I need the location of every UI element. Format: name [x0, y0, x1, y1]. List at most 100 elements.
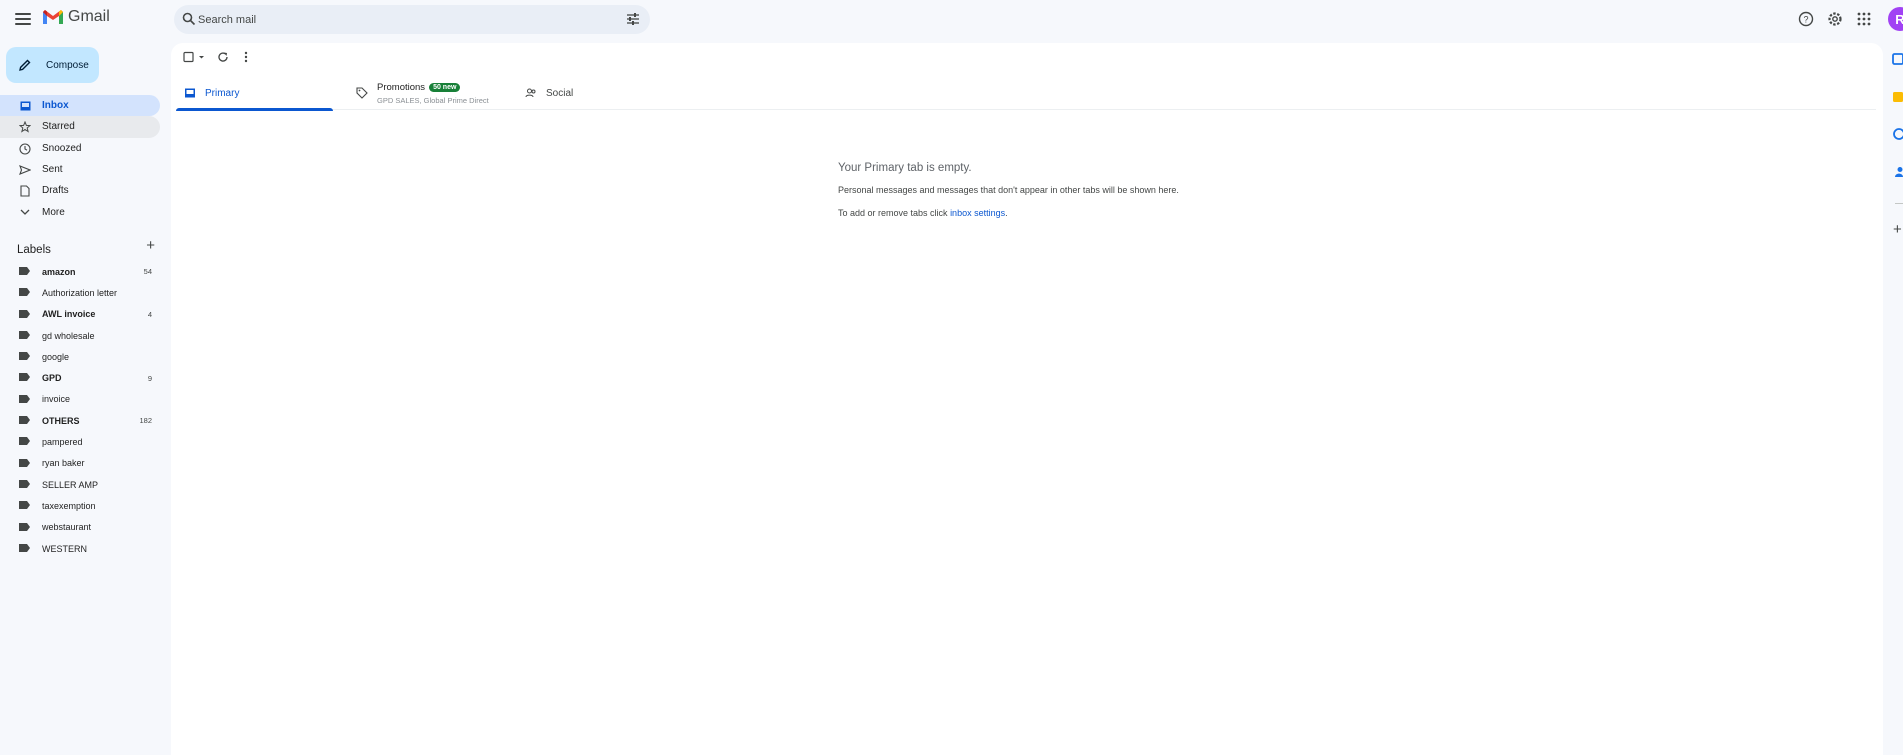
- create-label-plus-icon[interactable]: +: [146, 238, 155, 254]
- sidebar-item-label: Snoozed: [42, 142, 82, 154]
- clock-icon: [19, 143, 31, 155]
- calendar-icon[interactable]: [1892, 53, 1903, 65]
- more-options-icon[interactable]: [238, 49, 254, 65]
- tab-primary[interactable]: Primary: [176, 76, 333, 111]
- sidebar-item-inbox[interactable]: Inbox: [0, 95, 160, 117]
- help-icon[interactable]: ?: [1797, 10, 1815, 28]
- empty-state-hint: To add or remove tabs click inbox settin…: [838, 208, 1338, 218]
- labels-heading: Labels: [17, 244, 51, 256]
- label-item[interactable]: amazon 54: [0, 261, 160, 282]
- star-icon: [19, 121, 31, 133]
- label-name: gd wholesale: [42, 330, 95, 341]
- label-item[interactable]: WESTERN: [0, 538, 160, 559]
- tag-icon: [356, 87, 368, 99]
- label-unread-count: 9: [147, 373, 152, 383]
- empty-state: Your Primary tab is empty. Personal mess…: [838, 162, 1338, 218]
- tab-promotions[interactable]: Promotions 50 new GPD SALES, Global Prim…: [348, 76, 508, 110]
- sidebar-item-sent[interactable]: Sent: [0, 159, 160, 180]
- top-bar: Gmail ? R: [0, 0, 1903, 38]
- label-item[interactable]: taxexemption: [0, 495, 160, 516]
- tasks-icon[interactable]: [1892, 128, 1903, 140]
- label-tag-icon: [19, 522, 30, 531]
- label-name: GPD: [42, 373, 62, 384]
- tab-label: Promotions: [377, 82, 426, 93]
- new-count-badge: 50 new: [429, 83, 461, 92]
- search-icon[interactable]: [182, 12, 196, 26]
- sidebar-item-label: Drafts: [42, 185, 69, 197]
- label-item[interactable]: invoice: [0, 389, 160, 410]
- tab-social[interactable]: Social: [517, 76, 637, 110]
- label-item[interactable]: Authorization letter: [0, 282, 160, 303]
- label-name: AWL invoice: [42, 309, 96, 320]
- tab-label: Social: [546, 88, 574, 99]
- contacts-icon[interactable]: [1892, 166, 1903, 178]
- label-item[interactable]: OTHERS 182: [0, 410, 160, 431]
- label-name: OTHERS: [42, 415, 80, 426]
- send-icon: [19, 164, 31, 176]
- main-panel: Primary Promotions 50 new GPD SALES, Glo…: [171, 43, 1883, 755]
- sidebar-item-more[interactable]: More: [0, 201, 160, 222]
- label-name: Authorization letter: [42, 287, 118, 298]
- label-item[interactable]: GPD 9: [0, 367, 160, 388]
- label-item[interactable]: pampered: [0, 431, 160, 452]
- gmail-m-icon: [43, 10, 63, 24]
- label-tag-icon: [19, 501, 30, 510]
- sidebar-item-label: Sent: [42, 164, 63, 176]
- label-tag-icon: [19, 416, 30, 425]
- inbox-icon: [19, 100, 31, 112]
- label-tag-icon: [19, 437, 30, 446]
- inbox-settings-link[interactable]: inbox settings: [950, 208, 1005, 218]
- compose-button[interactable]: Compose: [6, 47, 99, 83]
- main-menu-icon[interactable]: [14, 10, 32, 28]
- labels-list: amazon 54 Authorization letter AWL invoice 4…: [0, 261, 160, 559]
- search-options-icon[interactable]: [626, 12, 640, 26]
- label-item[interactable]: SELLER AMP: [0, 474, 160, 495]
- hint-suffix: .: [1005, 208, 1008, 218]
- empty-state-title: Your Primary tab is empty.: [838, 162, 972, 174]
- settings-gear-icon[interactable]: [1826, 10, 1844, 28]
- category-tabs: Primary Promotions 50 new GPD SALES, Glo…: [176, 76, 1876, 111]
- label-name: SELLER AMP: [42, 479, 99, 490]
- label-tag-icon: [19, 352, 30, 361]
- sidebar-nav: Inbox Starred Snoozed Sent Drafts More: [0, 95, 160, 223]
- sidebar-item-snoozed[interactable]: Snoozed: [0, 138, 160, 159]
- label-name: taxexemption: [42, 500, 96, 511]
- label-tag-icon: [19, 458, 30, 467]
- people-icon: [525, 88, 536, 98]
- label-item[interactable]: google: [0, 346, 160, 367]
- label-tag-icon: [19, 479, 30, 488]
- get-addons-plus-icon[interactable]: +: [1893, 222, 1902, 237]
- sidebar-item-drafts[interactable]: Drafts: [0, 180, 160, 201]
- rail-divider: [1895, 203, 1903, 204]
- label-item[interactable]: AWL invoice 4: [0, 304, 160, 325]
- label-item[interactable]: ryan baker: [0, 453, 160, 474]
- label-tag-icon: [19, 267, 30, 275]
- label-item[interactable]: webstaurant: [0, 517, 160, 538]
- search-bar[interactable]: [174, 5, 650, 34]
- sidebar-item-label: Inbox: [42, 100, 69, 112]
- account-avatar[interactable]: R: [1888, 7, 1903, 31]
- sidebar-item-starred[interactable]: Starred: [0, 116, 160, 138]
- promotions-header: Promotions 50 new: [377, 82, 461, 93]
- search-input[interactable]: [198, 5, 598, 34]
- compose-label: Compose: [46, 59, 89, 71]
- chevron-down-icon: [19, 206, 31, 218]
- app-name: Gmail: [68, 8, 110, 25]
- promotions-senders: GPD SALES, Global Prime Direct: [377, 96, 489, 105]
- gmail-logo[interactable]: Gmail: [42, 8, 110, 26]
- label-tag-icon: [19, 330, 30, 339]
- label-unread-count: 54: [143, 267, 152, 277]
- label-tag-icon: [19, 394, 30, 403]
- label-name: ryan baker: [42, 458, 85, 469]
- label-unread-count: 4: [147, 309, 152, 319]
- empty-state-description: Personal messages and messages that don'…: [838, 185, 1179, 195]
- label-tag-icon: [19, 373, 30, 382]
- hint-prefix: To add or remove tabs click: [838, 208, 951, 218]
- label-tag-icon: [19, 543, 30, 552]
- keep-icon[interactable]: [1892, 91, 1903, 103]
- refresh-icon[interactable]: [215, 49, 231, 65]
- select-all-checkbox[interactable]: [183, 49, 207, 65]
- label-item[interactable]: gd wholesale: [0, 325, 160, 346]
- pencil-icon: [19, 59, 31, 71]
- apps-grid-icon[interactable]: [1855, 10, 1873, 28]
